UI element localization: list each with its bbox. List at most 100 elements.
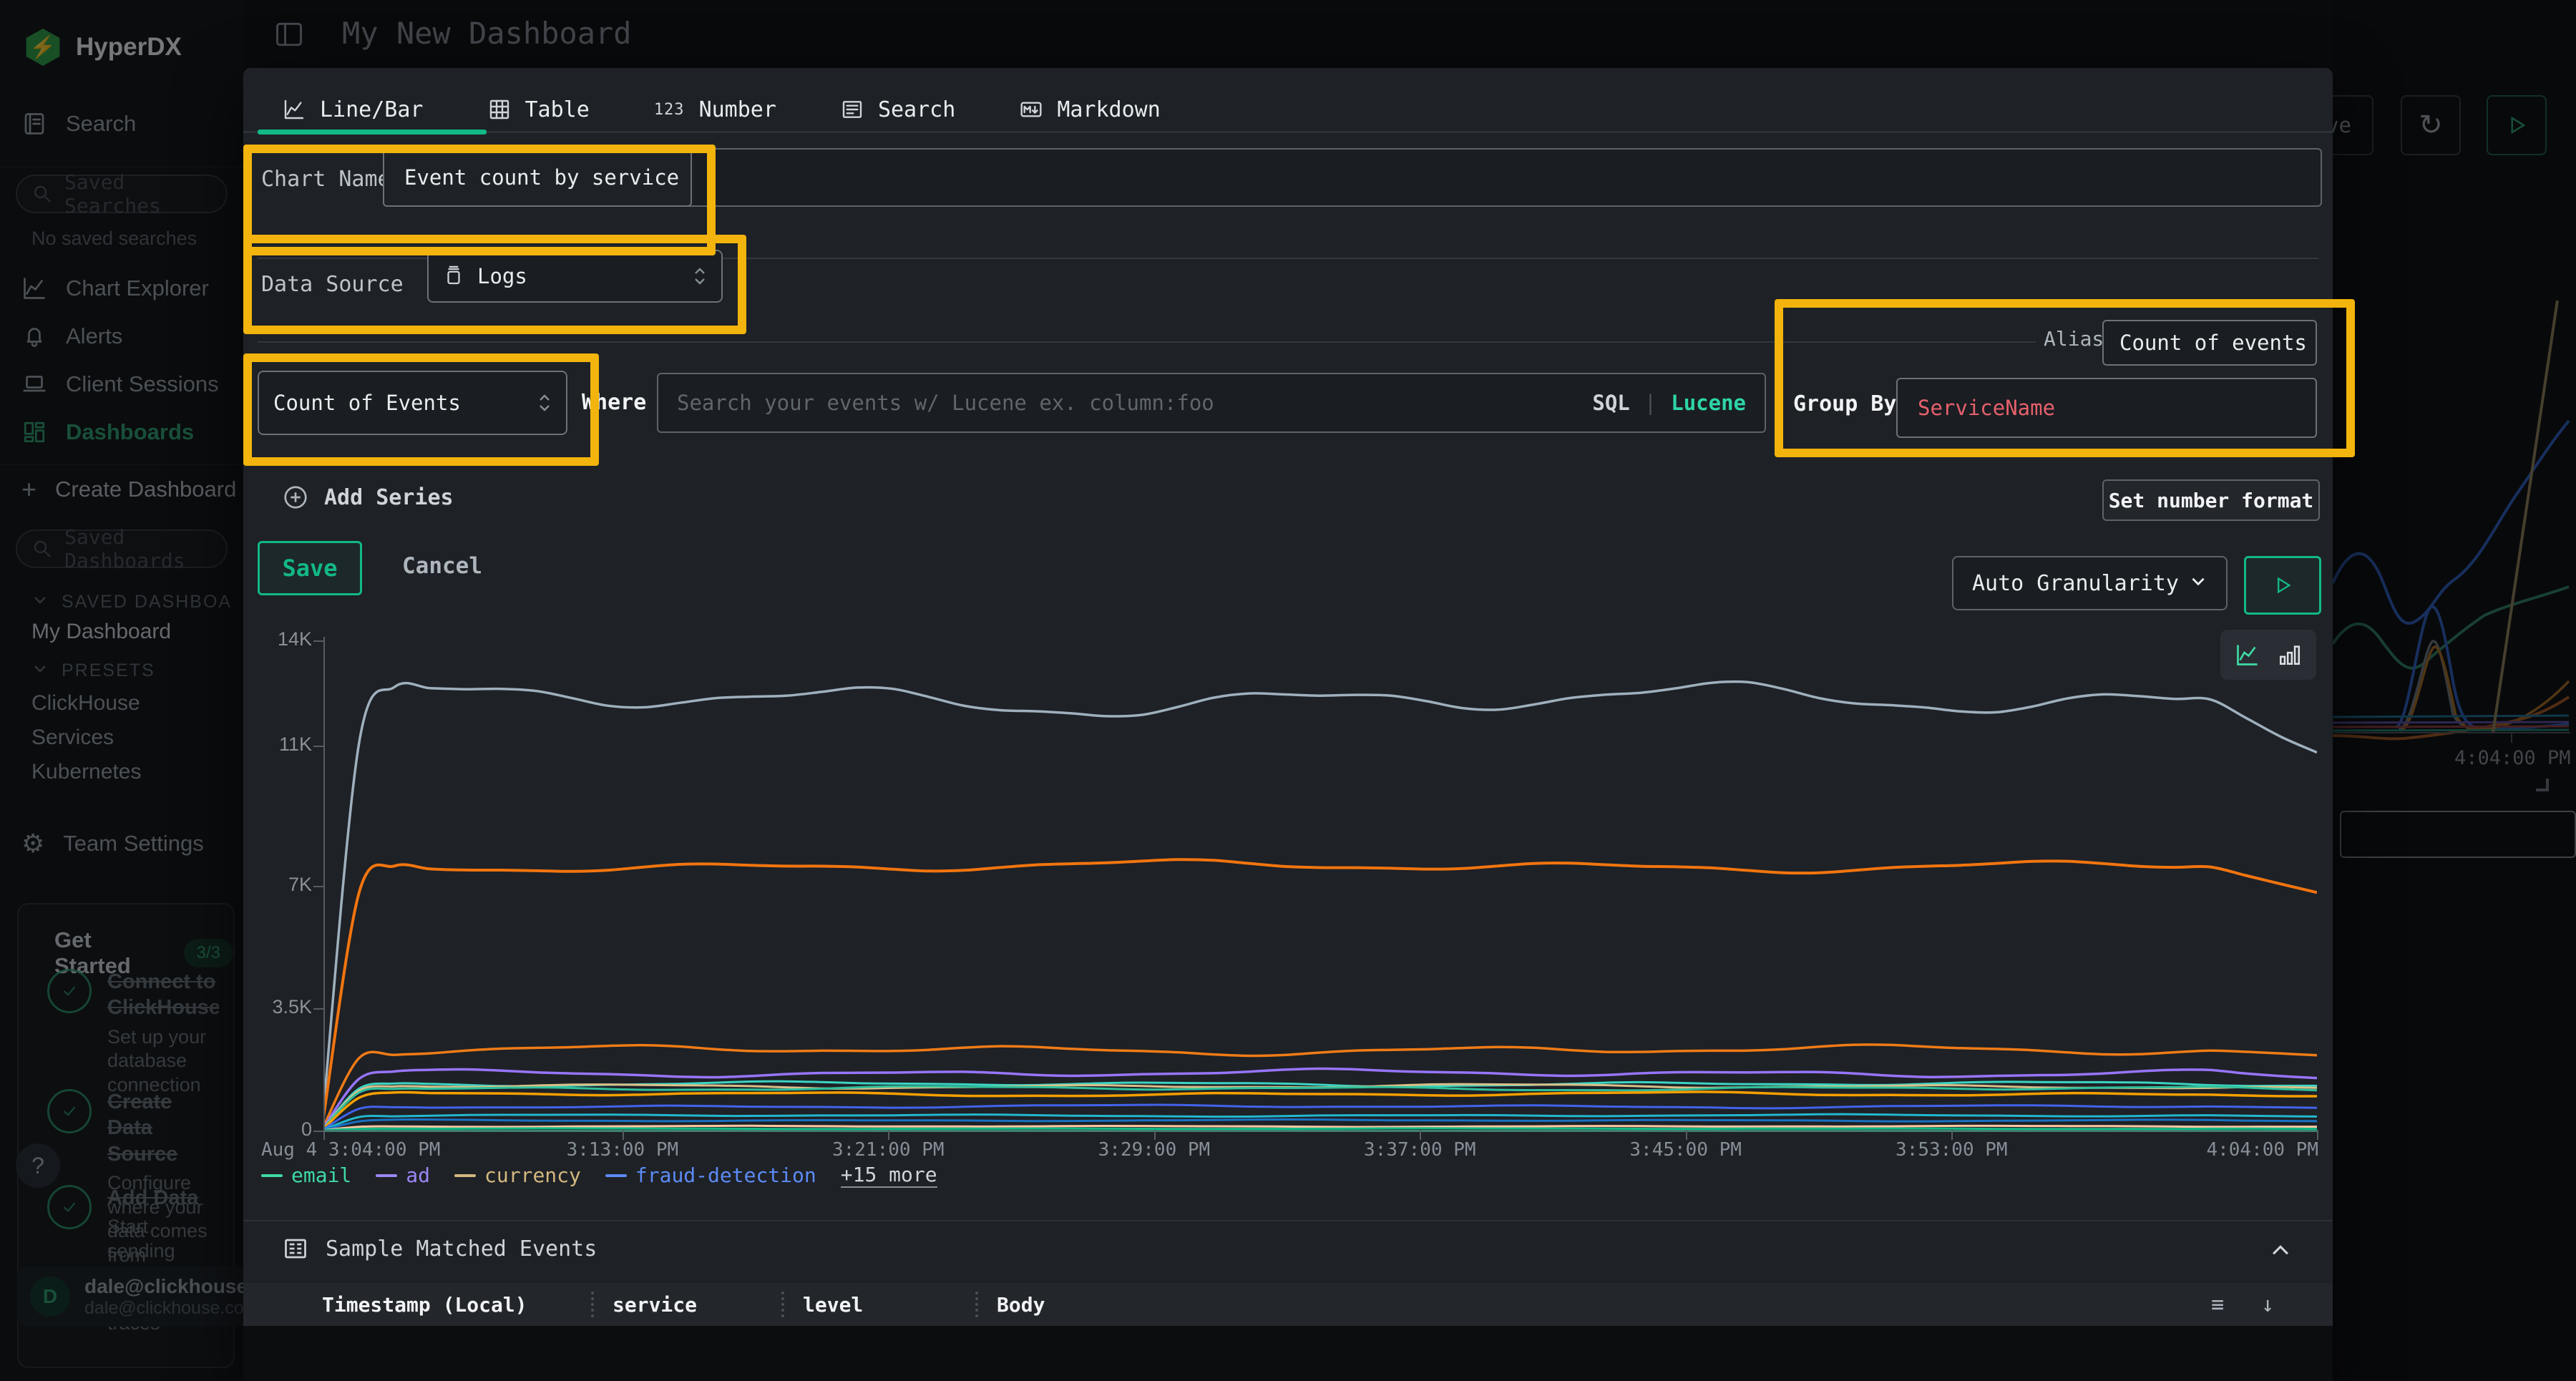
legend-item-currency: currency bbox=[454, 1163, 581, 1187]
chart-name-label: Chart Name bbox=[261, 167, 391, 192]
chart-series-series-8 bbox=[323, 1092, 2317, 1129]
x-tick-mark bbox=[1951, 1130, 1953, 1140]
bar-chart-icon[interactable] bbox=[2278, 643, 2302, 667]
toggle-separator: | bbox=[1644, 391, 1657, 415]
aggregation-value: Count of Events bbox=[273, 391, 461, 415]
legend-item--15-more[interactable]: +15 more bbox=[841, 1163, 937, 1188]
chart-series-series-11 bbox=[323, 1120, 2317, 1131]
chevron-down-icon bbox=[2189, 571, 2207, 596]
sample-events-header[interactable]: Sample Matched Events bbox=[283, 1236, 597, 1262]
download-icon[interactable]: ↓ bbox=[2261, 1292, 2274, 1317]
divider bbox=[258, 341, 2036, 343]
data-source-select[interactable]: Logs bbox=[427, 250, 723, 303]
tab-divider bbox=[243, 131, 2333, 133]
chart-series-series-3 bbox=[323, 1045, 2317, 1127]
y-tick-label: 14K bbox=[248, 628, 312, 650]
save-label: Save bbox=[282, 555, 337, 582]
save-button[interactable]: Save bbox=[258, 541, 362, 595]
lucene-toggle[interactable]: Lucene bbox=[1671, 391, 1746, 415]
tab-line-bar[interactable]: Line/Bar bbox=[283, 97, 424, 122]
chart-series-series-2 bbox=[323, 859, 2317, 1117]
x-tick-label: 3:37:00 PM bbox=[1364, 1139, 1476, 1161]
x-tick-label: 3:21:00 PM bbox=[832, 1139, 945, 1161]
markdown-icon bbox=[1020, 98, 1043, 121]
123-icon: 123 bbox=[654, 101, 685, 119]
group-by-input[interactable]: ServiceName bbox=[1896, 378, 2317, 438]
line-chart-icon[interactable] bbox=[2235, 642, 2260, 668]
legend-item-fraud-detection: fraud-detection bbox=[605, 1163, 816, 1187]
x-tick-mark bbox=[323, 1130, 325, 1140]
tab-table[interactable]: Table bbox=[488, 97, 590, 122]
x-tick-mark bbox=[2317, 1130, 2318, 1140]
chevron-up-icon[interactable] bbox=[2268, 1239, 2293, 1267]
legend-item-email: email bbox=[261, 1163, 351, 1187]
chart-series-series-4 bbox=[323, 1068, 2317, 1128]
legend-label: fraud-detection bbox=[635, 1163, 816, 1187]
select-chevrons-icon bbox=[537, 394, 552, 412]
legend-swatch bbox=[605, 1174, 627, 1177]
legend-label: +15 more bbox=[841, 1163, 937, 1188]
group-by-label: Group By bbox=[1793, 391, 1897, 416]
column-header-timestamp-local-[interactable]: Timestamp (Local) bbox=[322, 1283, 572, 1326]
y-tick-label: 3.5K bbox=[248, 996, 312, 1018]
tab-label: Table bbox=[525, 97, 590, 122]
play-icon bbox=[2273, 575, 2293, 595]
x-tick-mark bbox=[1154, 1130, 1156, 1140]
sql-toggle[interactable]: SQL bbox=[1592, 391, 1629, 415]
column-header-service[interactable]: service bbox=[613, 1283, 763, 1326]
x-tick-label: 4:04:00 PM bbox=[2206, 1139, 2318, 1161]
y-tick-label: 7K bbox=[248, 874, 312, 896]
cancel-label: Cancel bbox=[402, 553, 482, 579]
column-separator bbox=[975, 1292, 978, 1317]
data-source-value: Logs bbox=[477, 264, 527, 288]
x-tick-mark bbox=[623, 1130, 624, 1140]
column-header-level[interactable]: level bbox=[803, 1283, 957, 1326]
set-number-format-button[interactable]: Set number format bbox=[2102, 479, 2320, 521]
chart-editor-modal: Line/Bar Table 123Number Search Markdown Cha… bbox=[243, 68, 2333, 1381]
column-separator bbox=[781, 1292, 784, 1317]
where-label: Where bbox=[582, 390, 646, 415]
y-tick-mark bbox=[313, 1131, 325, 1132]
cancel-button[interactable]: Cancel bbox=[402, 553, 482, 579]
where-input[interactable]: Search your events w/ Lucene ex. column:… bbox=[657, 373, 1766, 433]
column-header-body[interactable]: Body bbox=[997, 1283, 1283, 1326]
y-tick-mark bbox=[313, 886, 325, 887]
x-tick-label: 3:13:00 PM bbox=[567, 1139, 679, 1161]
database-icon bbox=[443, 265, 464, 287]
chart-series-series-10 bbox=[323, 1114, 2317, 1130]
line-bar-icon bbox=[283, 98, 306, 121]
alias-input[interactable]: Count of events bbox=[2102, 320, 2317, 366]
add-series-button[interactable]: Add Series bbox=[283, 484, 454, 510]
aggregation-select[interactable]: Count of Events bbox=[258, 371, 567, 435]
y-tick-label: 0 bbox=[248, 1118, 312, 1141]
legend-item-ad: ad bbox=[376, 1163, 430, 1187]
tab-search[interactable]: Search bbox=[841, 97, 955, 122]
add-series-label: Add Series bbox=[324, 485, 454, 510]
tab-label: Search bbox=[878, 97, 955, 122]
legend-swatch bbox=[454, 1174, 476, 1177]
chart-series-series-6 bbox=[323, 1084, 2317, 1128]
legend-swatch bbox=[376, 1174, 397, 1177]
tab-markdown[interactable]: Markdown bbox=[1020, 97, 1161, 122]
granularity-select[interactable]: Auto Granularity bbox=[1952, 556, 2228, 610]
filter-icon[interactable]: ≡ bbox=[2211, 1292, 2224, 1317]
run-chart-button[interactable] bbox=[2244, 556, 2321, 615]
where-placeholder: Search your events w/ Lucene ex. column:… bbox=[677, 391, 1214, 415]
x-tick-mark bbox=[1686, 1130, 1687, 1140]
group-by-value: ServiceName bbox=[1918, 396, 2055, 420]
x-tick-mark bbox=[1420, 1130, 1421, 1140]
set-number-format-label: Set number format bbox=[2109, 489, 2314, 512]
active-tab-indicator bbox=[258, 130, 487, 135]
chart-name-input[interactable]: Event count by service bbox=[383, 148, 692, 207]
y-tick-label: 11K bbox=[248, 733, 312, 756]
tab-number[interactable]: 123Number bbox=[654, 97, 776, 122]
sample-events-title: Sample Matched Events bbox=[326, 1236, 597, 1262]
data-source-label: Data Source bbox=[261, 272, 404, 297]
legend-label: email bbox=[291, 1163, 351, 1187]
alias-value: Count of events bbox=[2119, 331, 2307, 355]
chart-legend: email ad currency fraud-detection +15 more bbox=[261, 1163, 937, 1188]
tab-bar: Line/Bar Table 123Number Search Markdown bbox=[283, 88, 1161, 131]
y-tick-mark bbox=[313, 640, 325, 642]
table-header: Timestamp (Local) service level Body ≡ ↓ bbox=[243, 1283, 2333, 1326]
tab-label: Line/Bar bbox=[320, 97, 424, 122]
